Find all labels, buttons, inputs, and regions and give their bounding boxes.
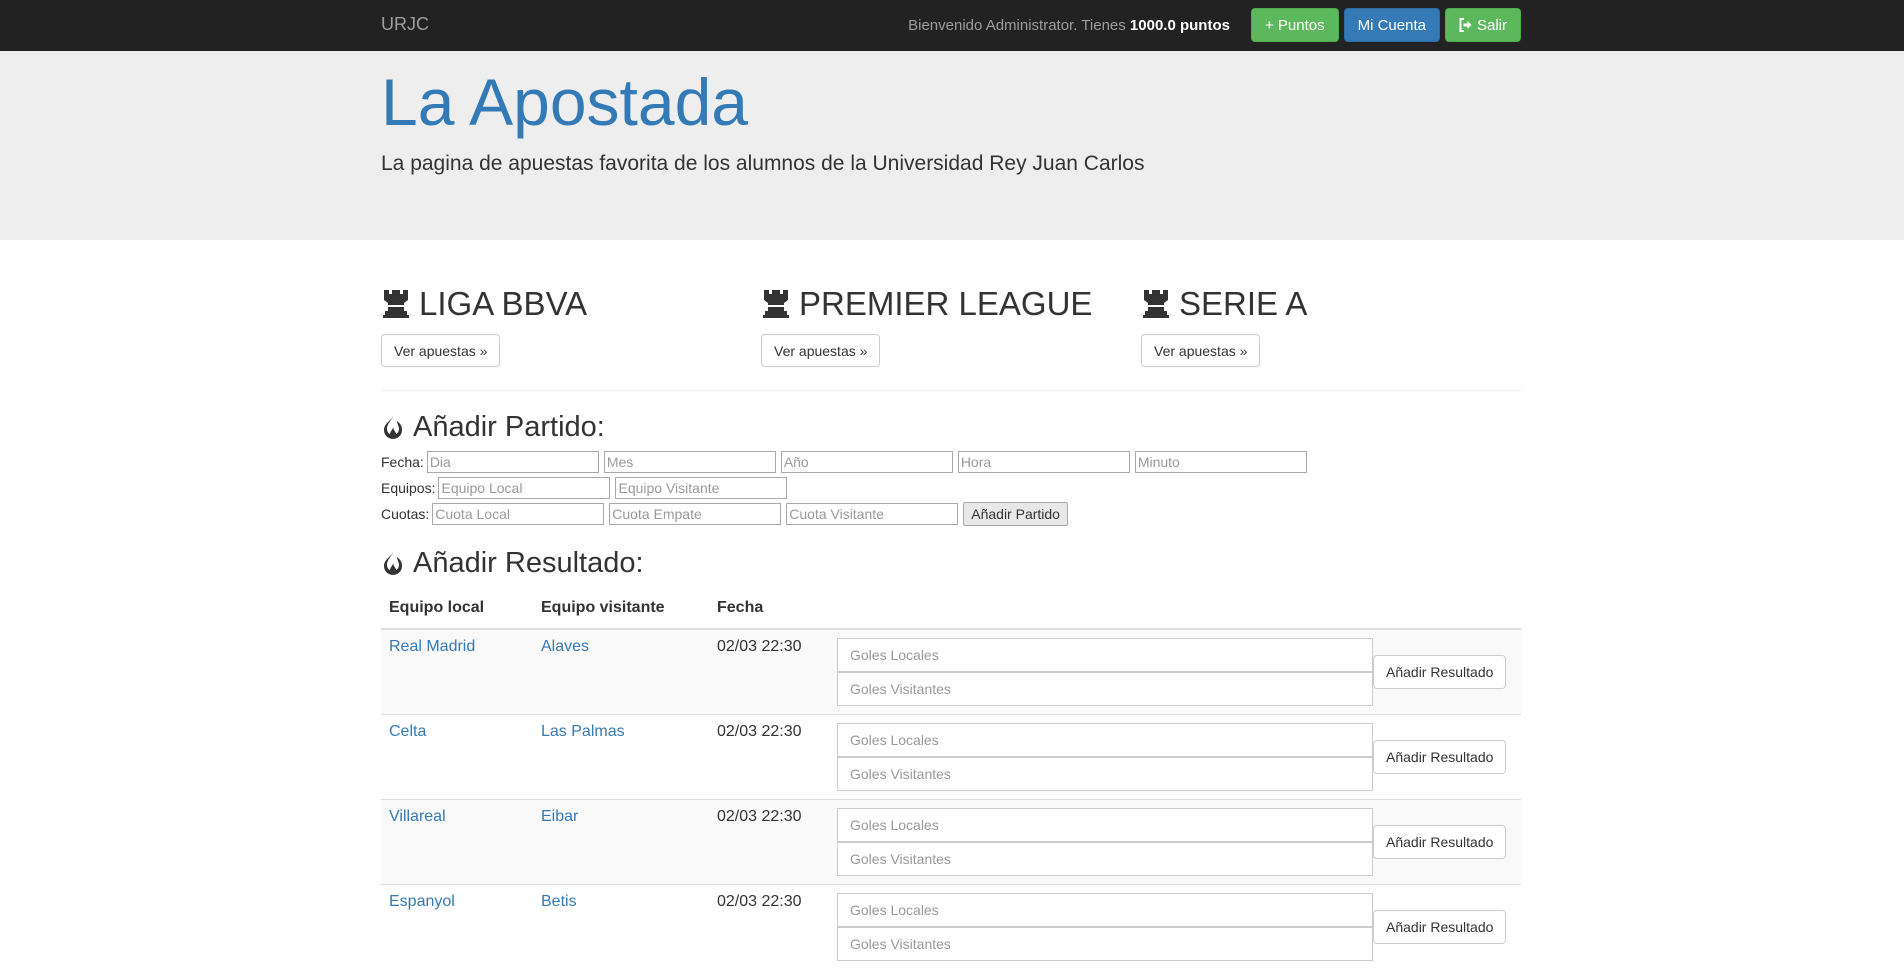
- league-name: PREMIER LEAGUE: [799, 284, 1092, 324]
- league-liga-bbva: LIGA BBVA Ver apuestas »: [381, 284, 761, 364]
- league-heading: SERIE A: [1141, 284, 1521, 324]
- col-local-team: Equipo local: [381, 588, 533, 629]
- match-date: 02/03 22:30: [709, 800, 829, 885]
- add-points-button[interactable]: + Puntos: [1251, 8, 1339, 42]
- visitor-team-link[interactable]: Eibar: [541, 808, 578, 825]
- table-row: Celta Las Palmas 02/03 22:30 Añadir Resu…: [381, 715, 1521, 800]
- league-name: LIGA BBVA: [419, 284, 587, 324]
- local-odds-input[interactable]: [432, 503, 604, 525]
- navbar-right: Bienvenido Administrator. Tienes 1000.0 …: [908, 8, 1521, 42]
- local-goals-input[interactable]: [837, 808, 1373, 842]
- hour-input[interactable]: [958, 451, 1130, 473]
- local-goals-input[interactable]: [837, 638, 1373, 672]
- results-table: Equipo local Equipo visitante Fecha Real…: [381, 588, 1521, 969]
- match-date: 02/03 22:30: [709, 885, 829, 969]
- equipos-label: Equipos:: [381, 480, 435, 496]
- local-team-link[interactable]: Espanyol: [389, 893, 455, 910]
- visitor-goals-input[interactable]: [837, 757, 1373, 791]
- rook-icon: [761, 288, 791, 320]
- view-bets-button[interactable]: Ver apuestas »: [761, 334, 880, 367]
- local-team-input[interactable]: [438, 477, 610, 499]
- visitor-odds-input[interactable]: [786, 503, 958, 525]
- visitor-team-input[interactable]: [615, 477, 787, 499]
- add-result-heading: Añadir Resultado:: [381, 545, 1521, 581]
- add-result-title: Añadir Resultado:: [413, 545, 644, 581]
- jumbotron: La Apostada La pagina de apuestas favori…: [0, 51, 1904, 240]
- table-header-row: Equipo local Equipo visitante Fecha: [381, 588, 1521, 629]
- visitor-team-link[interactable]: Alaves: [541, 638, 589, 655]
- col-result: [829, 588, 1521, 629]
- visitor-goals-input[interactable]: [837, 842, 1373, 876]
- league-serie-a: SERIE A Ver apuestas »: [1141, 284, 1521, 364]
- local-team-link[interactable]: Celta: [389, 723, 426, 740]
- welcome-text: Bienvenido Administrator. Tienes 1000.0 …: [908, 17, 1230, 34]
- site-subtitle: La pagina de apuestas favorita de los al…: [381, 152, 1521, 176]
- fecha-label: Fecha:: [381, 454, 424, 470]
- view-bets-button[interactable]: Ver apuestas »: [381, 334, 500, 367]
- rook-icon: [1141, 288, 1171, 320]
- navbar-brand[interactable]: URJC: [381, 14, 429, 35]
- add-match-heading: Añadir Partido:: [381, 409, 1521, 445]
- cuotas-label: Cuotas:: [381, 506, 429, 522]
- table-row: Real Madrid Alaves 02/03 22:30 Añadir Re…: [381, 629, 1521, 715]
- fire-icon: [381, 549, 405, 577]
- add-result-button[interactable]: Añadir Resultado: [1373, 910, 1506, 944]
- local-goals-input[interactable]: [837, 723, 1373, 757]
- visitor-goals-input[interactable]: [837, 672, 1373, 706]
- league-premier-league: PREMIER LEAGUE Ver apuestas »: [761, 284, 1141, 364]
- local-team-link[interactable]: Villareal: [389, 808, 446, 825]
- date-row: Fecha:: [381, 449, 1521, 475]
- site-title: La Apostada: [381, 51, 1521, 142]
- match-date: 02/03 22:30: [709, 715, 829, 800]
- leagues-row: LIGA BBVA Ver apuestas » PREMIER LEAGUE …: [381, 284, 1521, 364]
- view-bets-button[interactable]: Ver apuestas »: [1141, 334, 1260, 367]
- col-date: Fecha: [709, 588, 829, 629]
- col-visitor-team: Equipo visitante: [533, 588, 709, 629]
- league-name: SERIE A: [1179, 284, 1307, 324]
- teams-row: Equipos:: [381, 475, 1521, 501]
- visitor-goals-input[interactable]: [837, 927, 1373, 961]
- month-input[interactable]: [604, 451, 776, 473]
- day-input[interactable]: [427, 451, 599, 473]
- add-result-button[interactable]: Añadir Resultado: [1373, 655, 1506, 689]
- add-match-button[interactable]: Añadir Partido: [963, 502, 1068, 526]
- divider: [381, 390, 1521, 391]
- welcome-prefix: Bienvenido Administrator. Tienes: [908, 17, 1130, 34]
- visitor-team-link[interactable]: Las Palmas: [541, 723, 625, 740]
- league-heading: PREMIER LEAGUE: [761, 284, 1141, 324]
- add-match-title: Añadir Partido:: [413, 409, 605, 445]
- log-out-icon: [1459, 18, 1473, 32]
- add-result-button[interactable]: Añadir Resultado: [1373, 825, 1506, 859]
- add-result-button[interactable]: Añadir Resultado: [1373, 740, 1506, 774]
- top-navbar: URJC Bienvenido Administrator. Tienes 10…: [0, 0, 1904, 51]
- logout-label: Salir: [1477, 17, 1507, 34]
- local-goals-input[interactable]: [837, 893, 1373, 927]
- table-row: Espanyol Betis 02/03 22:30 Añadir Result…: [381, 885, 1521, 969]
- rook-icon: [381, 288, 411, 320]
- draw-odds-input[interactable]: [609, 503, 781, 525]
- match-date: 02/03 22:30: [709, 629, 829, 715]
- league-heading: LIGA BBVA: [381, 284, 761, 324]
- my-account-button[interactable]: Mi Cuenta: [1344, 8, 1440, 42]
- minute-input[interactable]: [1135, 451, 1307, 473]
- points-balance: 1000.0 puntos: [1130, 17, 1230, 34]
- fire-icon: [381, 413, 405, 441]
- local-team-link[interactable]: Real Madrid: [389, 638, 475, 655]
- visitor-team-link[interactable]: Betis: [541, 893, 577, 910]
- odds-row: Cuotas: Añadir Partido: [381, 501, 1521, 527]
- table-row: Villareal Eibar 02/03 22:30 Añadir Resul…: [381, 800, 1521, 885]
- logout-button[interactable]: Salir: [1445, 8, 1521, 42]
- year-input[interactable]: [781, 451, 953, 473]
